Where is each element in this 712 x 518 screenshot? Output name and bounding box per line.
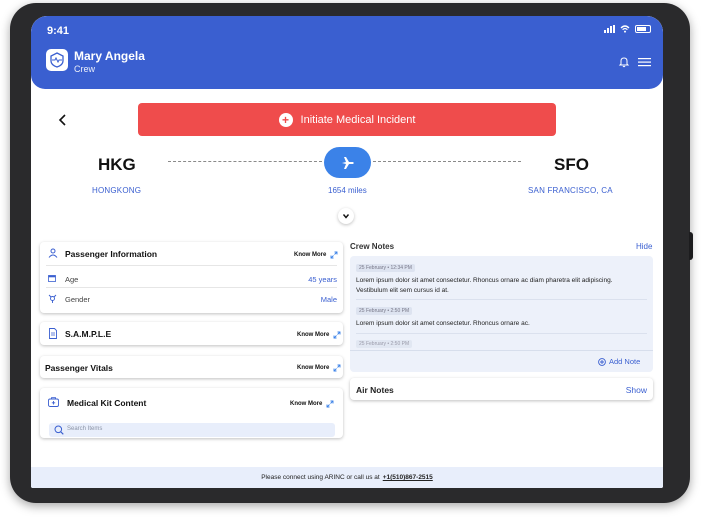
- signal-icon: [604, 25, 615, 33]
- air-notes-card: Air Notes Show: [350, 378, 653, 400]
- origin-code: HKG: [98, 155, 136, 174]
- expand-arrows-icon: [333, 364, 341, 372]
- note-date: 25 February • 2:50 PM: [356, 340, 413, 348]
- flight-distance: 1654 miles: [328, 186, 367, 195]
- vitals-title: Passenger Vitals: [45, 363, 113, 373]
- medical-kit-icon: [48, 397, 59, 407]
- search-placeholder: Search Items: [67, 426, 103, 432]
- passenger-know-more[interactable]: Know More: [294, 251, 338, 259]
- footer-text: Please connect using ARINC or call us at: [261, 474, 380, 481]
- document-icon: [49, 328, 57, 339]
- passenger-vitals-card[interactable]: Passenger Vitals Know More: [40, 356, 343, 378]
- passenger-info-title: Passenger Information: [65, 249, 158, 259]
- medical-kit-card: Medical Kit Content Know More Search Ite…: [40, 388, 343, 438]
- footer-phone-link[interactable]: +1(510)867-2515: [383, 474, 433, 481]
- initiate-medical-incident-button[interactable]: + Initiate Medical Incident: [138, 103, 556, 136]
- gender-label: Gender: [65, 295, 91, 304]
- plus-circle-icon: [598, 357, 606, 366]
- note-text: Lorem ipsum dolor sit amet consectetur. …: [356, 320, 530, 327]
- airplane-icon: [341, 156, 354, 169]
- show-air-notes-link[interactable]: Show: [626, 385, 647, 395]
- chevron-down-icon: [342, 214, 350, 219]
- app-screen: 9:41 Mary Angela Crew + Initiate Medical…: [31, 16, 663, 488]
- back-arrow-icon[interactable]: [55, 112, 71, 128]
- note-date: 25 February • 12:34 PM: [356, 264, 415, 272]
- origin-city: HONGKONG: [92, 186, 142, 195]
- footer: Please connect using ARINC or call us at…: [31, 467, 663, 488]
- know-more-label: Know More: [294, 252, 327, 258]
- know-more-label: Know More: [297, 365, 330, 371]
- add-note-label: Add Note: [609, 357, 641, 366]
- tablet-side-button: [689, 232, 693, 260]
- vitals-know-more[interactable]: Know More: [297, 364, 341, 372]
- divider: [356, 299, 647, 300]
- note-date: 25 February • 2:50 PM: [356, 307, 413, 315]
- calendar-icon: [48, 275, 56, 282]
- medical-kit-title: Medical Kit Content: [67, 398, 147, 408]
- know-more-label: Know More: [290, 401, 323, 407]
- battery-icon: [635, 25, 651, 33]
- kit-know-more[interactable]: Know More: [290, 400, 334, 408]
- air-notes-title: Air Notes: [356, 385, 394, 395]
- crew-notes-list: 25 February • 12:34 PM Lorem ipsum dolor…: [350, 256, 653, 372]
- plus-icon: +: [278, 112, 293, 127]
- wifi-icon: [620, 25, 630, 33]
- destination-code: SFO: [554, 155, 589, 174]
- status-icons: [604, 25, 651, 33]
- flight-badge: [324, 147, 371, 178]
- initiate-label: Initiate Medical Incident: [300, 113, 416, 126]
- header-actions: [618, 56, 651, 68]
- age-value: 45 years: [308, 275, 337, 284]
- sample-title: S.A.M.P.L.E: [65, 329, 112, 339]
- search-icon: [54, 425, 64, 435]
- divider: [46, 287, 337, 288]
- expand-arrows-icon: [326, 400, 334, 408]
- passenger-info-card: Passenger Information Know More Age 45 y…: [40, 242, 343, 313]
- app-header: 9:41 Mary Angela Crew: [31, 16, 663, 89]
- route-line-right: [373, 161, 521, 162]
- divider: [350, 350, 653, 351]
- user-icon: [48, 248, 58, 258]
- hide-notes-link[interactable]: Hide: [636, 242, 652, 251]
- menu-icon[interactable]: [638, 57, 651, 67]
- user-role: Crew: [74, 64, 96, 74]
- destination-city: SAN FRANCISCO, CA: [528, 186, 613, 195]
- gender-value: Male: [320, 295, 337, 304]
- add-note-button[interactable]: Add Note: [598, 357, 640, 366]
- crew-notes-title: Crew Notes: [350, 242, 395, 251]
- age-label: Age: [65, 275, 79, 284]
- gender-icon: [48, 294, 57, 303]
- divider: [46, 265, 337, 266]
- sample-card[interactable]: S.A.M.P.L.E Know More: [40, 322, 343, 345]
- expand-arrows-icon: [330, 251, 338, 259]
- user-name: Mary Angela: [74, 49, 145, 63]
- route-line-left: [168, 161, 322, 162]
- note-text: Lorem ipsum dolor sit amet consectetur. …: [356, 277, 613, 294]
- divider: [356, 333, 647, 334]
- medical-logo-icon: [50, 52, 64, 68]
- expand-arrows-icon: [333, 331, 341, 339]
- sample-know-more[interactable]: Know More: [297, 331, 341, 339]
- bell-icon[interactable]: [618, 56, 630, 68]
- status-time: 9:41: [47, 25, 70, 37]
- app-logo: [46, 49, 68, 71]
- search-input[interactable]: Search Items: [49, 423, 335, 437]
- expand-button[interactable]: [338, 208, 354, 224]
- know-more-label: Know More: [297, 332, 330, 338]
